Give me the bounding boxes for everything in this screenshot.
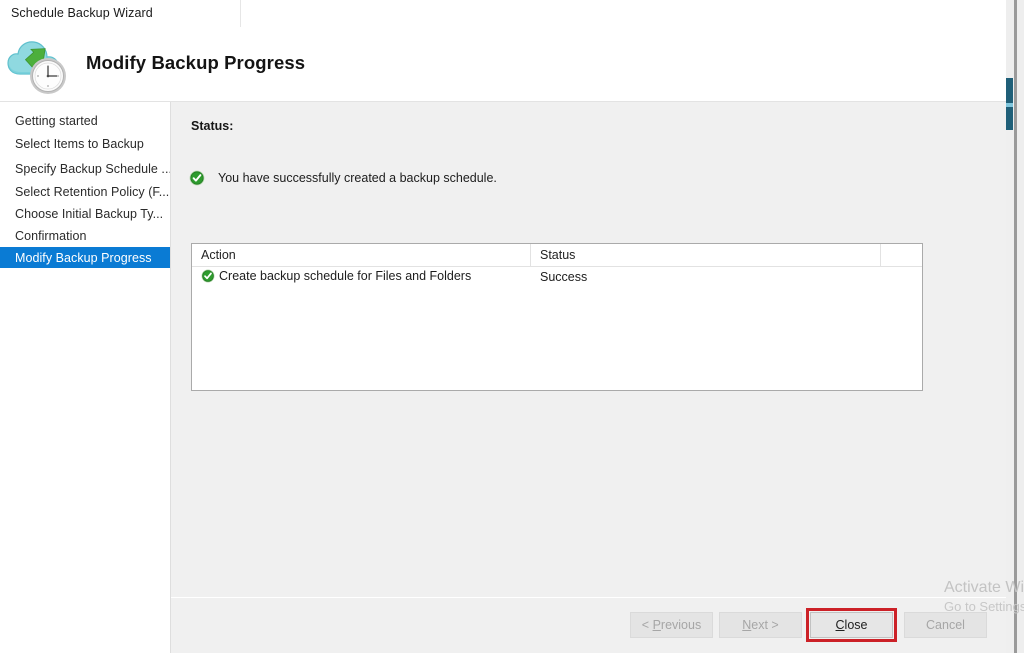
table-cell-action-label: Create backup schedule for Files and Fol… (219, 269, 472, 283)
sidebar-item-modify-backup-progress[interactable]: Modify Backup Progress (0, 247, 170, 268)
status-label: Status: (191, 119, 234, 133)
close-button-label: Close (835, 618, 868, 632)
close-button[interactable]: Close (810, 612, 893, 638)
wizard-footer: < Previous Next > Close Cancel (171, 597, 1006, 653)
cancel-button-label: Cancel (926, 618, 965, 632)
background-window-body (1006, 130, 1014, 653)
title-bar-divider (240, 0, 241, 27)
next-button-label: Next > (742, 618, 779, 632)
previous-button-label: < Previous (641, 618, 702, 632)
cloud-backup-clock-icon (6, 32, 76, 98)
green-check-circle-icon (201, 269, 215, 283)
schedule-backup-wizard-window: Schedule Backup Wizard Modify Backup Pro… (0, 0, 1006, 653)
sidebar-item-select-retention-policy-f[interactable]: Select Retention Policy (F... (0, 181, 170, 202)
title-bar: Schedule Backup Wizard (0, 0, 1006, 27)
sidebar-divider (170, 102, 171, 653)
sidebar-item-label: Getting started (15, 113, 98, 128)
sidebar-item-label: Choose Initial Backup Ty... (15, 206, 164, 221)
page-title: Modify Backup Progress (86, 52, 306, 73)
table-cell-action: Create backup schedule for Files and Fol… (201, 269, 471, 283)
success-status-row: You have successfully created a backup s… (189, 170, 497, 186)
sidebar-item-select-items-to-backup[interactable]: Select Items to Backup (0, 133, 170, 154)
sidebar-item-label: Modify Backup Progress (15, 250, 152, 265)
sidebar-item-label: Confirmation (15, 228, 87, 243)
content-panel: Status: You have successfully created a … (171, 102, 1006, 597)
success-message: You have successfully created a backup s… (218, 171, 497, 185)
window-title: Schedule Backup Wizard (11, 6, 153, 20)
sidebar-item-choose-initial-backup-ty[interactable]: Choose Initial Backup Ty... (0, 203, 170, 224)
sidebar-item-label: Select Retention Policy (F... (15, 184, 170, 199)
column-separator-2[interactable] (880, 244, 881, 267)
background-window-scrollbar[interactable] (1014, 0, 1017, 653)
next-button: Next > (719, 612, 802, 638)
table-header-row: Action Status (192, 244, 922, 267)
background-window-accent-secondary (1006, 103, 1013, 107)
cancel-button: Cancel (904, 612, 987, 638)
green-check-circle-icon (189, 170, 205, 186)
sidebar-item-label: Select Items to Backup (15, 136, 144, 151)
column-header-status[interactable]: Status (540, 248, 575, 262)
table-cell-status: Success (540, 270, 588, 284)
sidebar-item-specify-backup-schedule[interactable]: Specify Backup Schedule ... (0, 158, 172, 179)
table-body: Create backup schedule for Files and Fol… (192, 267, 922, 289)
column-header-action[interactable]: Action (201, 248, 236, 262)
sidebar-item-label: Specify Backup Schedule ... (15, 161, 172, 176)
sidebar-item-getting-started[interactable]: Getting started (0, 110, 170, 131)
table-row[interactable]: Create backup schedule for Files and Fol… (192, 267, 922, 289)
previous-button: < Previous (630, 612, 713, 638)
wizard-header: Modify Backup Progress (0, 27, 1006, 102)
wizard-step-sidebar: Getting started Select Items to Backup Spe… (0, 102, 172, 653)
results-table: Action Status Create backup schedule for… (191, 243, 923, 391)
sidebar-item-confirmation[interactable]: Confirmation (0, 225, 170, 246)
column-separator-1[interactable] (530, 244, 531, 267)
